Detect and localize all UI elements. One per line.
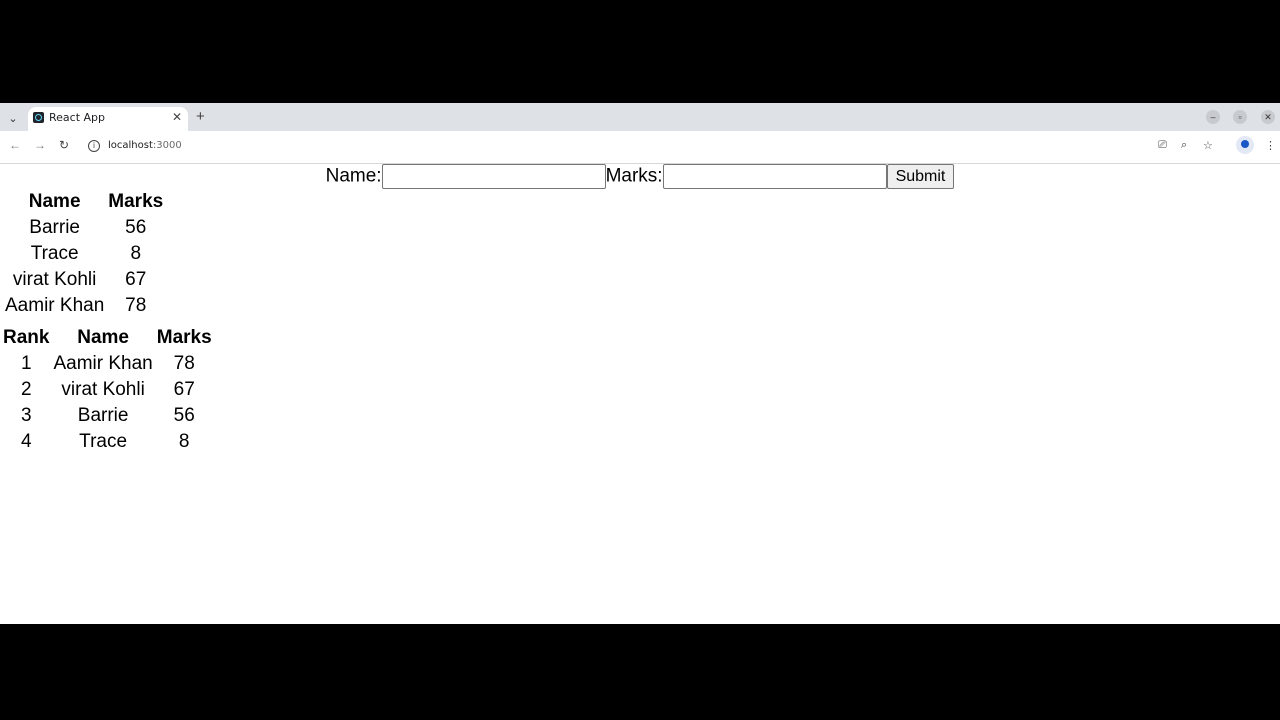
- minimize-icon[interactable]: –: [1206, 110, 1220, 124]
- window-close-icon[interactable]: ✕: [1261, 110, 1275, 124]
- rank-cell: 1: [20, 353, 32, 374]
- marks-cell: 56: [173, 405, 195, 426]
- marks-cell: 8: [178, 431, 190, 452]
- new-tab-button[interactable]: +: [196, 108, 205, 125]
- column-header: Name: [77, 327, 129, 348]
- react-logo-icon: [33, 112, 44, 123]
- rank-table: Rank Name Marks 1 Aamir Khan 78 2 virat …: [0, 324, 215, 456]
- table-row: 2 virat Kohli 67: [2, 378, 213, 402]
- info-icon[interactable]: i: [88, 140, 100, 152]
- table-row: virat Kohli 67: [4, 268, 164, 292]
- reload-icon[interactable]: ↻: [59, 138, 69, 152]
- name-cell: Barrie: [29, 217, 80, 238]
- table-row: 4 Trace 8: [2, 430, 213, 454]
- table-row: Aamir Khan 78: [4, 294, 164, 318]
- name-cell: virat Kohli: [61, 379, 145, 400]
- forward-arrow-icon[interactable]: →: [34, 138, 46, 152]
- back-arrow-icon[interactable]: ←: [9, 138, 21, 152]
- zoom-icon[interactable]: ⌕: [1181, 139, 1187, 152]
- submit-button[interactable]: Submit: [886, 164, 955, 189]
- marks-cell: 56: [125, 217, 147, 238]
- column-header: Rank: [3, 327, 50, 348]
- name-cell: virat Kohli: [12, 269, 97, 290]
- tab-react-app[interactable]: React App ✕: [28, 107, 188, 131]
- name-cell: Aamir Khan: [53, 353, 153, 374]
- tab-search-button[interactable]: ⌄: [2, 109, 24, 127]
- name-cell: Trace: [30, 243, 79, 264]
- marks-cell: 67: [173, 379, 195, 400]
- name-label: Name:: [325, 165, 382, 187]
- name-cell: Trace: [79, 431, 128, 452]
- marks-input[interactable]: [662, 164, 887, 189]
- table-row: 3 Barrie 56: [2, 404, 213, 428]
- entry-form: Name: Marks: Submit: [0, 164, 1280, 189]
- table-row: 1 Aamir Khan 78: [2, 352, 213, 376]
- rank-cell: 2: [20, 379, 32, 400]
- browser-toolbar: ← → ↻ i localhost:3000 ⎚ ⌕ ☆ ⋮: [0, 131, 1280, 164]
- kebab-menu-icon[interactable]: ⋮: [1265, 139, 1276, 152]
- table-header-row: Name Marks: [4, 190, 164, 214]
- close-icon[interactable]: ✕: [172, 110, 182, 124]
- system-clock: [608, 88, 678, 92]
- marks-cell: 78: [125, 295, 147, 316]
- url-host: localhost: [108, 140, 153, 151]
- page-content: Name: Marks: Submit Name Marks Barrie 56 T…: [0, 164, 1280, 624]
- column-header: Marks: [108, 191, 164, 212]
- install-app-icon[interactable]: ⎚: [1158, 139, 1167, 152]
- restore-icon[interactable]: ▫: [1233, 110, 1247, 124]
- table-row: Trace 8: [4, 242, 164, 266]
- marks-cell: 78: [173, 353, 195, 374]
- column-header: Name: [28, 191, 81, 212]
- name-input[interactable]: [381, 164, 606, 189]
- table-header-row: Rank Name Marks: [2, 326, 213, 350]
- tab-title: React App: [49, 111, 106, 124]
- name-cell: Aamir Khan: [5, 295, 105, 316]
- address-bar[interactable]: localhost:3000: [108, 140, 182, 151]
- star-icon[interactable]: ☆: [1203, 139, 1213, 152]
- table-row: Barrie 56: [4, 216, 164, 240]
- rank-cell: 4: [20, 431, 32, 452]
- system-top-bar: [0, 88, 1280, 100]
- browser-window: ⌄ React App ✕ + – ▫ ✕ ← → ↻ i localhost:…: [0, 103, 1280, 624]
- url-port: :3000: [152, 140, 182, 151]
- rank-cell: 3: [20, 405, 32, 426]
- name-cell: Barrie: [77, 405, 129, 426]
- column-header: Marks: [156, 327, 212, 348]
- profile-icon[interactable]: [1236, 136, 1254, 154]
- marks-label: Marks:: [605, 165, 663, 187]
- entries-table: Name Marks Barrie 56 Trace 8 virat Kohli…: [2, 188, 166, 320]
- tab-strip: ⌄ React App ✕ + – ▫ ✕: [0, 103, 1280, 131]
- marks-cell: 8: [130, 243, 142, 264]
- marks-cell: 67: [125, 269, 147, 290]
